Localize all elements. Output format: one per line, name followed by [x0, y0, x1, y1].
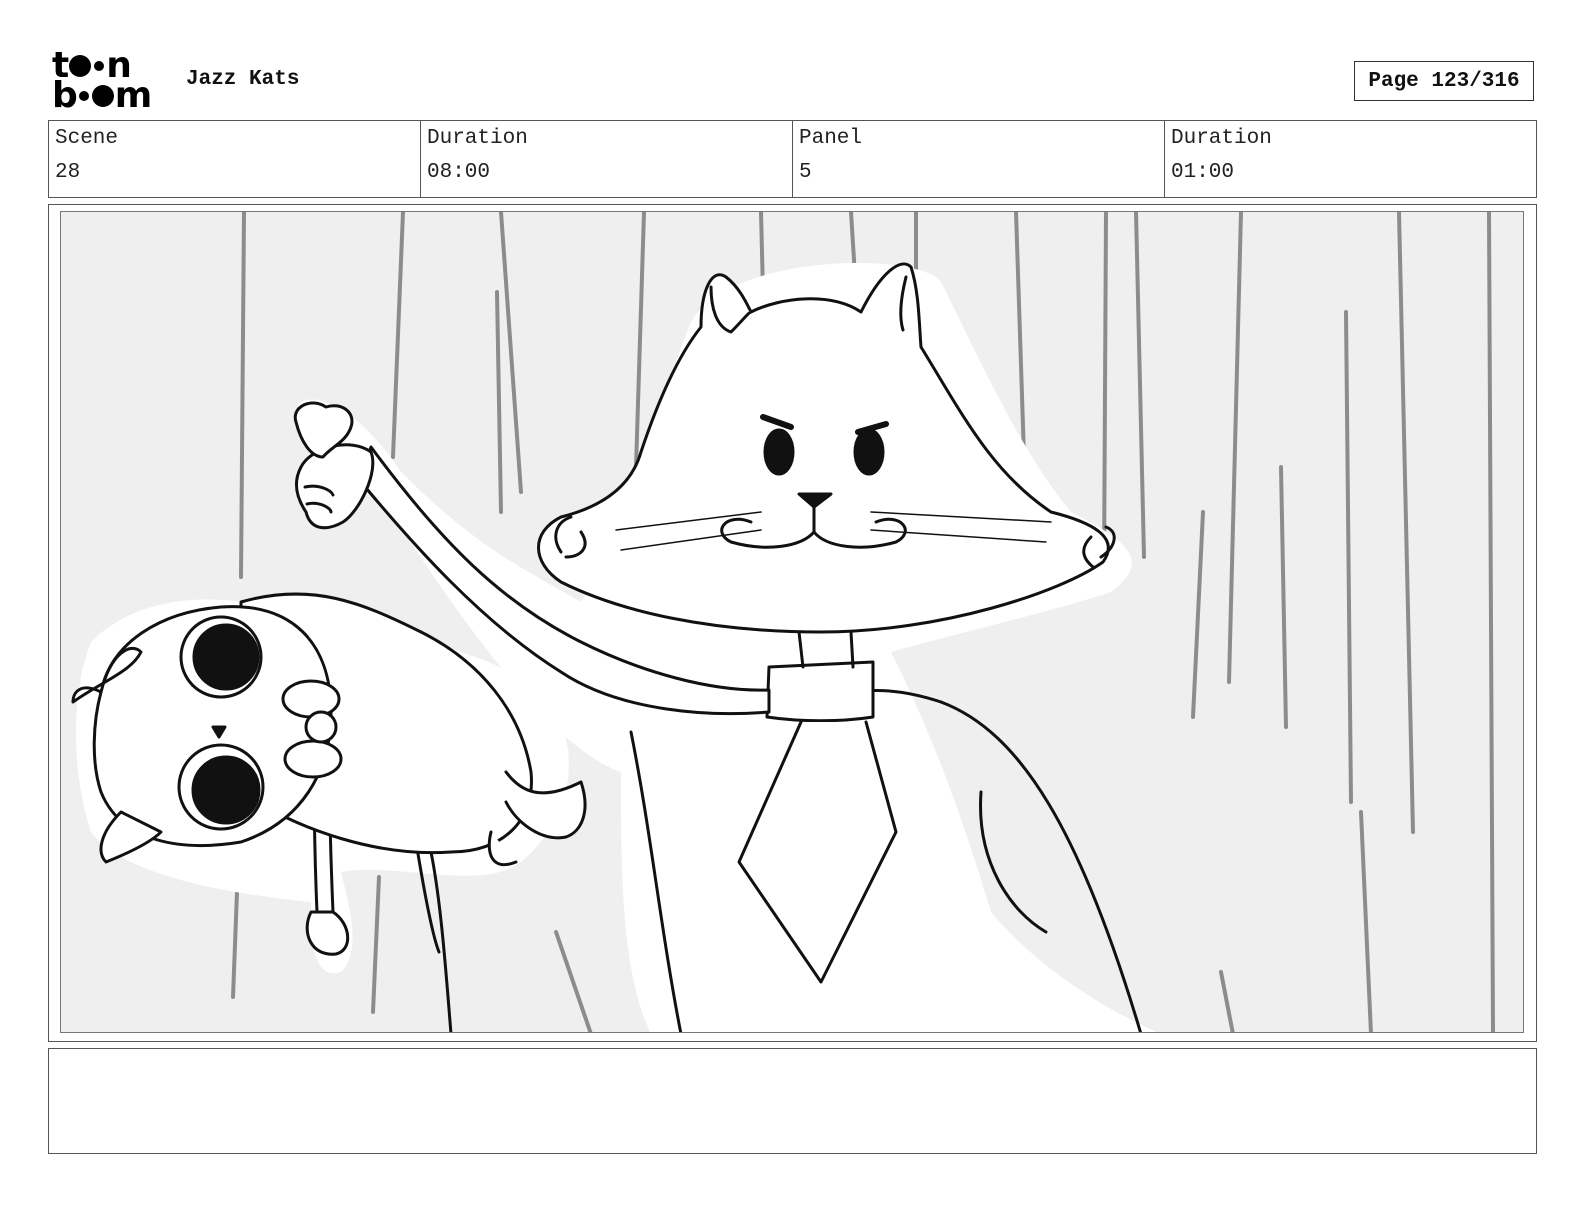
panel-label: Panel	[799, 127, 863, 150]
scene-duration-label: Duration	[427, 127, 528, 150]
scene-duration-value: 08:00	[427, 161, 491, 184]
project-title: Jazz Kats	[186, 68, 300, 91]
big-cat-head	[537, 262, 1116, 634]
panel-value: 5	[799, 161, 812, 184]
panel-info-table: Scene 28 Duration 08:00 Panel 5 Duration…	[48, 120, 1537, 198]
panel-notes-box	[48, 1048, 1537, 1154]
panel-duration-label: Duration	[1171, 127, 1272, 150]
scene-value: 28	[55, 161, 81, 184]
panel-duration-value: 01:00	[1171, 161, 1235, 184]
scene-cell: Scene 28	[49, 121, 421, 197]
toon-boom-logo: t n b m	[52, 45, 152, 116]
panel-cell: Panel 5	[793, 121, 1165, 197]
panel-duration-cell: Duration 01:00	[1165, 121, 1536, 197]
scene-duration-cell: Duration 08:00	[421, 121, 793, 197]
page-indicator: Page 123/316	[1354, 61, 1534, 101]
scene-label: Scene	[55, 127, 119, 150]
storyboard-drawing	[60, 211, 1524, 1033]
page-label: Page 123/316	[1368, 69, 1520, 93]
storyboard-panel-frame	[48, 204, 1537, 1042]
cat-sketch-illustration	[71, 212, 1495, 1032]
